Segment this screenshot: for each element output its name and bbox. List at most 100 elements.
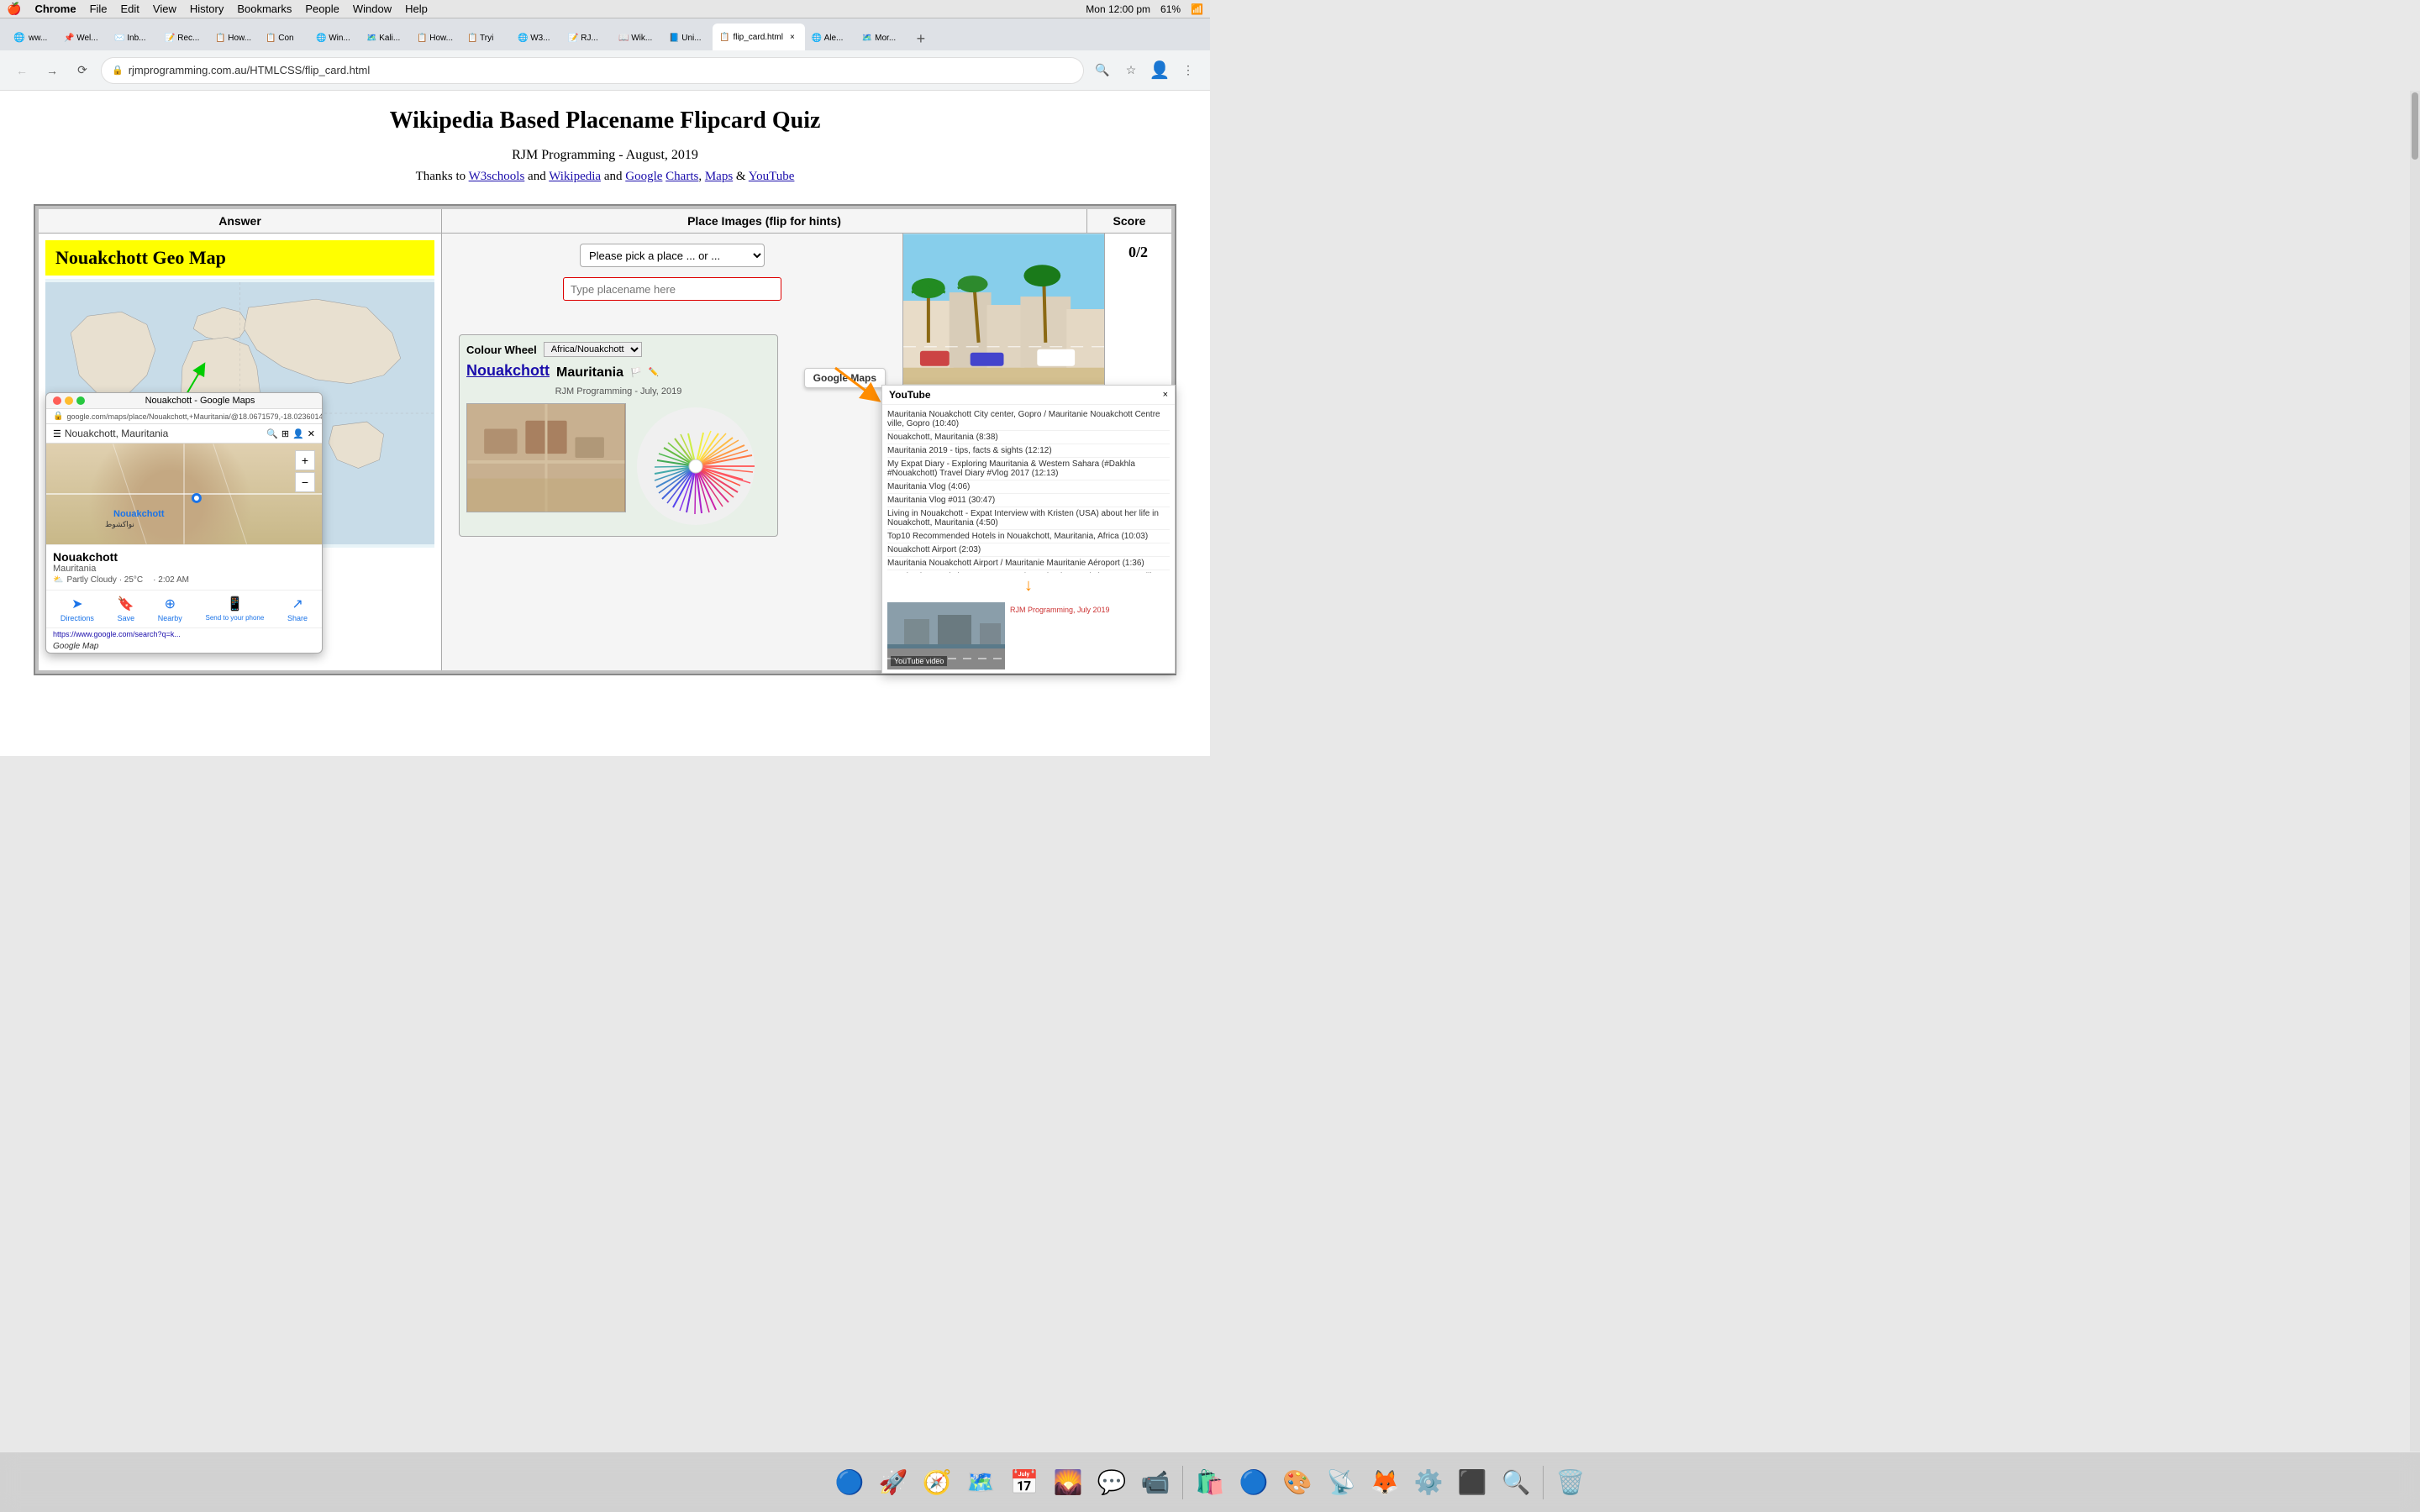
dock-appstore[interactable]: 🛍️	[1190, 1462, 1230, 1503]
search-icon[interactable]: 🔍	[1091, 59, 1114, 82]
tab-mor[interactable]: 🗺️ Mor...	[855, 25, 906, 50]
gmaps-grid-icon[interactable]: ⊞	[281, 428, 289, 439]
place-name-tag[interactable]: Nouakchott	[466, 362, 550, 380]
wikipedia-link[interactable]: Wikipedia	[549, 170, 601, 183]
new-tab-button[interactable]: +	[909, 27, 933, 50]
dock-facetime[interactable]: 📹	[1135, 1462, 1176, 1503]
back-button[interactable]: ←	[10, 59, 34, 82]
charts-link[interactable]: Charts	[666, 170, 698, 183]
tab-how1[interactable]: 📋 How...	[208, 25, 259, 50]
tab-how2[interactable]: 📋 How...	[410, 25, 460, 50]
tab-flipcard[interactable]: 📋 flip_card.html ×	[713, 24, 805, 50]
place-image-top[interactable]	[903, 234, 1104, 385]
dock-settings[interactable]: ⚙️	[1408, 1462, 1449, 1503]
yt-close-icon[interactable]: ×	[1163, 390, 1168, 400]
menu-dots-icon[interactable]: ⋮	[1176, 59, 1200, 82]
tab-ale[interactable]: 🌐 Ale...	[805, 25, 855, 50]
scrollbar-thumb[interactable]	[2412, 92, 2418, 160]
tab-rj[interactable]: 📝 RJ...	[561, 25, 612, 50]
dock-photoshop[interactable]: 🎨	[1277, 1462, 1318, 1503]
tab-w3[interactable]: 🌐 W3...	[511, 25, 561, 50]
tab-ww[interactable]: 🌐 ww...	[7, 25, 57, 50]
dock-chrome[interactable]: 🔵	[1234, 1462, 1274, 1503]
yt-item-0[interactable]: Mauritania Nouakchott City center, Gopro…	[887, 408, 1170, 431]
menu-history[interactable]: History	[190, 3, 224, 15]
gmaps-search-bar: ☰ Nouakchott, Mauritania 🔍 ⊞ 👤 ✕	[46, 424, 322, 444]
traffic-light-green[interactable]	[76, 396, 85, 405]
tab-close-icon[interactable]: ×	[786, 31, 798, 43]
yt-thumbnail[interactable]: YouTube video	[887, 602, 1005, 669]
yt-item-2[interactable]: Mauritania 2019 - tips, facts & sights (…	[887, 444, 1170, 458]
dock-photos[interactable]: 🌄	[1048, 1462, 1088, 1503]
tab-wel[interactable]: 📌 Wel...	[57, 25, 108, 50]
tab-con[interactable]: 📋 Con	[259, 25, 309, 50]
dock-finder[interactable]: 🔵	[829, 1462, 870, 1503]
menu-chrome[interactable]: Chrome	[34, 3, 76, 15]
tab-tryi[interactable]: 📋 Tryi	[460, 25, 511, 50]
yt-item-7[interactable]: Top10 Recommended Hotels in Nouakchott, …	[887, 530, 1170, 543]
tab-kali[interactable]: 🗺️ Kali...	[360, 25, 410, 50]
colour-wheel-region-select[interactable]: Africa/Nouakchott	[544, 342, 642, 357]
yt-item-9[interactable]: Mauritania Nouakchott Airport / Mauritan…	[887, 557, 1170, 570]
menu-bookmarks[interactable]: Bookmarks	[237, 3, 292, 15]
dock-safari[interactable]: 🧭	[917, 1462, 957, 1503]
menu-file[interactable]: File	[90, 3, 108, 15]
bookmark-star-icon[interactable]: ☆	[1119, 59, 1143, 82]
reload-button[interactable]: ⟳	[71, 59, 94, 82]
yt-item-3[interactable]: My Expat Diary - Exploring Mauritania & …	[887, 458, 1170, 480]
gmaps-footer-link[interactable]: https://www.google.com/search?q=k...	[46, 627, 322, 640]
tab-uni[interactable]: 📘 Uni...	[662, 25, 713, 50]
dock-search[interactable]: 🔍	[1496, 1462, 1536, 1503]
gmaps-search-icon[interactable]: 🔍	[266, 428, 278, 439]
gmaps-save-btn[interactable]: 🔖 Save	[114, 594, 139, 624]
dock-maps[interactable]: 🗺️	[960, 1462, 1001, 1503]
gmaps-directions-btn[interactable]: ➤ Directions	[57, 594, 97, 624]
menu-edit[interactable]: Edit	[121, 3, 139, 15]
apple-logo-icon[interactable]: 🍎	[7, 2, 21, 16]
user-avatar[interactable]: 👤	[1148, 59, 1171, 82]
tab-wik1[interactable]: 📖 Wik...	[612, 25, 662, 50]
yt-item-10[interactable]: Mauritania Nouakchott Town Center / Maur…	[887, 570, 1170, 573]
gmaps-x-icon[interactable]: ✕	[308, 428, 315, 439]
yt-item-5[interactable]: Mauritania Vlog #011 (30:47)	[887, 494, 1170, 507]
dock-terminal[interactable]: ⬛	[1452, 1462, 1492, 1503]
w3schools-link[interactable]: W3schools	[469, 170, 525, 183]
yt-item-8[interactable]: Nouakchott Airport (2:03)	[887, 543, 1170, 557]
url-bar[interactable]: 🔒 rjmprogramming.com.au/HTMLCSS/flip_car…	[101, 57, 1084, 84]
yt-item-1[interactable]: Nouakchott, Mauritania (8:38)	[887, 431, 1170, 444]
yt-item-6[interactable]: Living in Nouakchott - Expat Interview w…	[887, 507, 1170, 530]
gmaps-share-btn[interactable]: ↗ Share	[284, 594, 311, 624]
gmaps-zoom-out[interactable]: −	[295, 472, 315, 492]
menu-people[interactable]: People	[305, 3, 339, 15]
dock-messages[interactable]: 💬	[1092, 1462, 1132, 1503]
dock-separator-2	[1543, 1466, 1544, 1499]
youtube-link[interactable]: YouTube	[749, 170, 795, 183]
forward-button[interactable]: →	[40, 59, 64, 82]
gmaps-user-icon[interactable]: 👤	[292, 428, 304, 439]
gmaps-map-link[interactable]: Google Map	[46, 640, 322, 653]
tab-inb[interactable]: ✉️ Inb...	[108, 25, 158, 50]
gmaps-nearby-btn[interactable]: ⊕ Nearby	[155, 594, 186, 624]
dock-calendar[interactable]: 📅	[1004, 1462, 1044, 1503]
google-link[interactable]: Google	[625, 170, 662, 183]
tab-win[interactable]: 🌐 Win...	[309, 25, 360, 50]
traffic-light-red[interactable]	[53, 396, 61, 405]
dock-firefox[interactable]: 🦊	[1365, 1462, 1405, 1503]
placename-text-input[interactable]	[563, 277, 781, 301]
gmaps-hamburger-icon[interactable]: ☰	[53, 428, 61, 439]
gmaps-zoom-in[interactable]: +	[295, 450, 315, 470]
yt-item-4[interactable]: Mauritania Vlog (4:06)	[887, 480, 1170, 494]
gmaps-send-phone-btn[interactable]: 📱 Send to your phone	[203, 594, 268, 624]
menu-window[interactable]: Window	[353, 3, 392, 15]
traffic-light-yellow[interactable]	[65, 396, 73, 405]
tab-rec[interactable]: 📝 Rec...	[158, 25, 208, 50]
maps-link[interactable]: Maps	[705, 170, 733, 183]
place-picker-dropdown[interactable]: Please pick a place ... or ...	[580, 244, 765, 267]
dock-trash[interactable]: 🗑️	[1550, 1462, 1591, 1503]
menu-help[interactable]: Help	[405, 3, 428, 15]
dock-launchpad[interactable]: 🚀	[873, 1462, 913, 1503]
dock-filezilla[interactable]: 📡	[1321, 1462, 1361, 1503]
menu-view[interactable]: View	[153, 3, 176, 15]
scrollbar[interactable]	[2410, 91, 2420, 1452]
gmaps-map-area[interactable]: Nouakchott نواكشوط + −	[46, 444, 322, 544]
